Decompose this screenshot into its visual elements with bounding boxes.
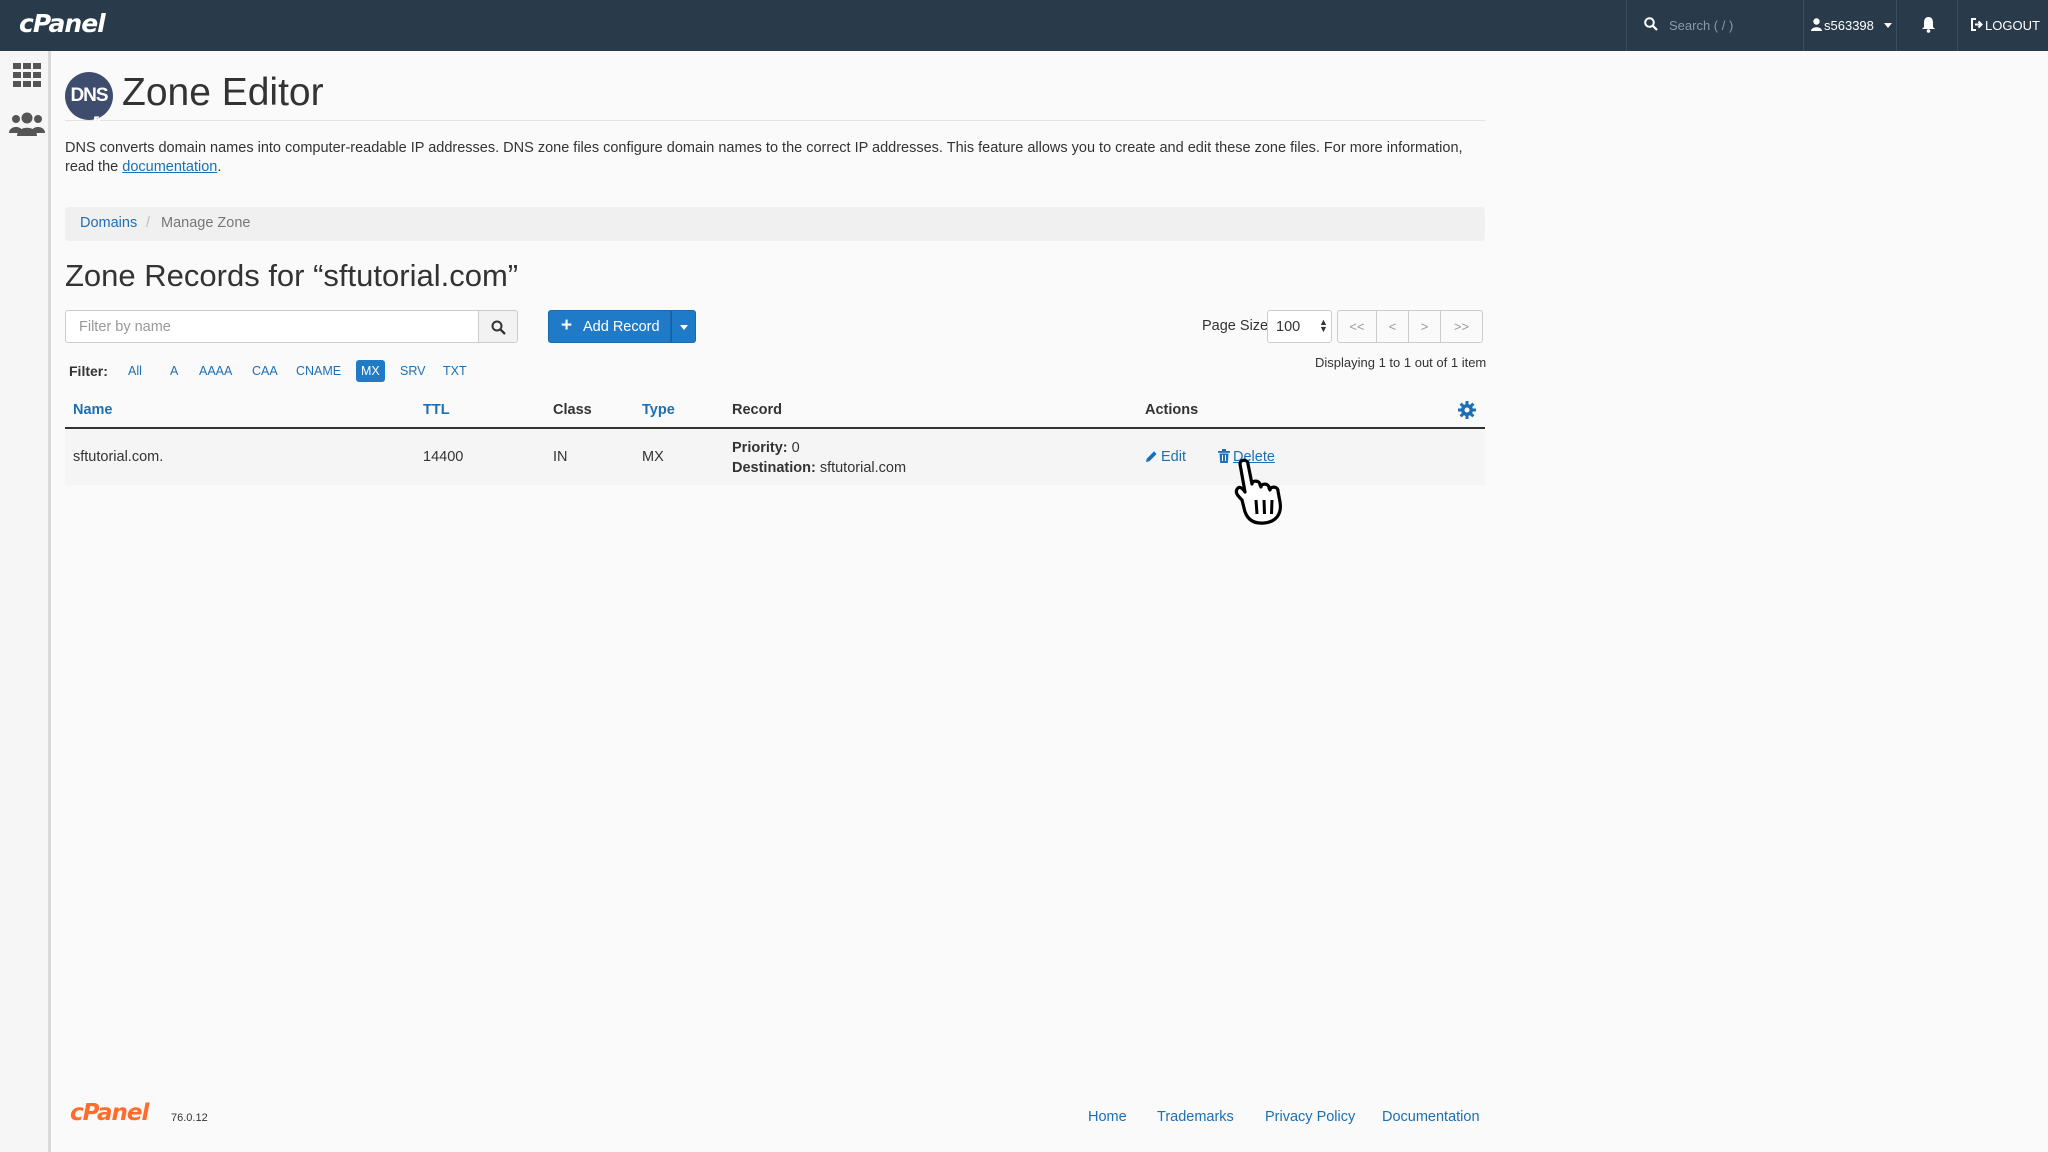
logout-button[interactable]: LOGOUT [1959,0,2048,51]
pagination: << < > >> [1337,310,1483,343]
add-record-label: Add Record [583,319,660,335]
footer-privacy-link[interactable]: Privacy Policy [1265,1109,1355,1125]
column-class: Class [553,402,592,418]
destination-value: sftutorial.com [819,460,907,476]
footer-cpanel-logo: cPanel [70,1100,149,1126]
add-record-button[interactable]: + Add Record [548,310,671,343]
page-description: DNS converts domain names into computer-… [65,139,1485,177]
gear-icon[interactable] [1458,401,1476,419]
breadcrumb-current: Manage Zone [161,215,251,231]
search-icon [1644,17,1658,31]
row-type: MX [642,449,664,465]
filter-caa[interactable]: CAA [247,360,283,382]
apps-grid-icon[interactable] [13,63,41,87]
filter-srv[interactable]: SRV [395,360,430,382]
hand-cursor-icon [1234,458,1282,525]
filter-aaaa[interactable]: AAAA [194,360,237,382]
footer-documentation-link[interactable]: Documentation [1382,1109,1480,1125]
description-end: . [217,159,222,175]
notifications-button[interactable] [1898,0,1958,51]
dns-icon: DNS ↖ [65,72,113,130]
add-record-dropdown-toggle[interactable] [671,310,696,343]
filter-cname[interactable]: CNAME [291,360,346,382]
table-header: Name TTL Class Type Record Actions [65,394,1485,429]
chevron-down-icon [1884,23,1892,28]
user-icon [1811,18,1822,31]
trash-icon [1218,449,1230,463]
page-size-label: Page Size [1202,318,1269,334]
side-rail [0,51,51,1152]
breadcrumb-domains[interactable]: Domains [80,215,137,231]
select-arrows-icon: ▲ ▼ [1319,317,1328,334]
filter-search-button[interactable] [478,310,518,343]
cpanel-logo[interactable]: cPanel [19,9,106,38]
bell-icon [1922,17,1935,33]
global-search[interactable] [1626,0,1804,51]
search-input[interactable] [1669,14,1794,36]
row-priority: Priority: 0 [732,440,800,456]
priority-value: 0 [791,440,800,456]
row-name: sftutorial.com. [73,449,164,465]
footer-home-link[interactable]: Home [1088,1109,1127,1125]
logout-icon [1971,18,1983,31]
top-navbar: cPanel s563398 LOGOUT [0,0,2048,51]
filter-txt[interactable]: TXT [438,360,472,382]
user-menu[interactable]: s563398 [1805,0,1897,51]
edit-label: Edit [1161,449,1186,465]
footer-trademarks-link[interactable]: Trademarks [1157,1109,1234,1125]
priority-label: Priority: [732,440,788,456]
column-ttl[interactable]: TTL [423,402,450,418]
page-size-select[interactable]: 100 ▲ ▼ [1267,310,1332,343]
edit-button[interactable]: Edit [1145,449,1186,465]
breadcrumb: Domains / Manage Zone [65,207,1485,241]
footer-version: 76.0.12 [171,1112,208,1124]
column-actions: Actions [1145,402,1199,418]
documentation-link[interactable]: documentation [122,159,217,175]
filter-by-name-input[interactable] [65,310,479,343]
filter-mx[interactable]: MX [356,360,385,382]
users-icon[interactable] [9,112,45,136]
breadcrumb-separator: / [146,215,151,231]
logout-label: LOGOUT [1985,18,2040,33]
column-type[interactable]: Type [642,402,675,418]
plus-icon: + [561,315,573,336]
filter-label: Filter: [69,363,108,379]
pencil-icon [1146,451,1157,462]
filter-all[interactable]: All [123,360,147,382]
destination-label: Destination: [732,460,816,476]
next-page-button[interactable]: > [1408,310,1441,343]
column-name[interactable]: Name [73,402,113,418]
displaying-count: Displaying 1 to 1 out of 1 item [1315,355,1487,370]
column-record: Record [732,402,782,418]
filter-a[interactable]: A [165,360,183,382]
first-page-button[interactable]: << [1337,310,1377,343]
username: s563398 [1824,18,1874,33]
page-header: DNS ↖ Zone Editor [65,61,1485,130]
row-destination: Destination: sftutorial.com [732,460,906,476]
row-ttl: 14400 [423,449,464,465]
page-title: Zone Editor [122,71,324,114]
search-icon [491,320,506,335]
description-text: DNS converts domain names into computer-… [65,140,1463,175]
last-page-button[interactable]: >> [1440,310,1483,343]
prev-page-button[interactable]: < [1376,310,1409,343]
row-class: IN [553,449,568,465]
zone-records-title: Zone Records for “sftutorial.com” [65,258,519,293]
page-size-value: 100 [1276,319,1301,335]
